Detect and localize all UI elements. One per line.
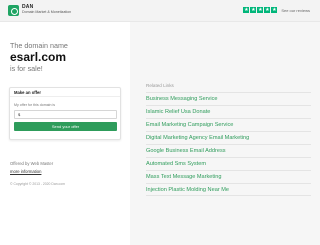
related-link[interactable]: Injection Plastic Molding Near Me bbox=[146, 183, 311, 196]
related-links-title: Related Links bbox=[146, 83, 174, 88]
related-link[interactable]: Business Messaging Service bbox=[146, 92, 311, 105]
offered-by: Offered by Web Master bbox=[10, 161, 54, 166]
more-information-link[interactable]: more information bbox=[10, 169, 41, 175]
for-sale-text: is for sale! bbox=[10, 64, 43, 73]
related-link[interactable]: Email Marketing Campaign Service bbox=[146, 118, 311, 131]
rating-stars: ★ ★ ★ ★ ★ bbox=[243, 7, 278, 13]
dan-logo-icon bbox=[8, 5, 19, 16]
star-icon: ★ bbox=[271, 7, 278, 13]
offer-heading: Make an offer bbox=[10, 88, 120, 97]
domain-name: esarl.com bbox=[10, 50, 67, 64]
related-link[interactable]: Digital Marketing Agency Email Marketing bbox=[146, 131, 311, 144]
related-link[interactable]: Islamic Relief Usa Donate bbox=[146, 105, 311, 118]
offer-label: My offer for this domain is bbox=[14, 103, 56, 107]
offer-form: Make an offer My offer for this domain i… bbox=[9, 87, 121, 140]
offer-input[interactable]: $ bbox=[14, 110, 117, 119]
dan-logo[interactable]: DAN Domain Market & Monetization bbox=[8, 4, 71, 16]
trustpilot-widget[interactable]: ★ ★ ★ ★ ★ See our reviews bbox=[243, 7, 310, 13]
related-link[interactable]: Mass Text Message Marketing bbox=[146, 170, 311, 183]
send-offer-button[interactable]: Send your offer bbox=[14, 122, 117, 131]
star-icon: ★ bbox=[243, 7, 250, 13]
star-icon: ★ bbox=[257, 7, 264, 13]
star-icon: ★ bbox=[264, 7, 271, 13]
top-bar: DAN Domain Market & Monetization ★ ★ ★ ★… bbox=[0, 0, 320, 22]
star-icon: ★ bbox=[250, 7, 257, 13]
reviews-link[interactable]: See our reviews bbox=[281, 8, 310, 13]
related-links-list: Business Messaging Service Islamic Relie… bbox=[146, 92, 311, 196]
logo-tagline: Domain Market & Monetization bbox=[22, 10, 72, 14]
copyright: © Copyright © 2013 - 2020 Dan.com bbox=[10, 182, 65, 186]
related-link[interactable]: Automated Sms System bbox=[146, 157, 311, 170]
related-link[interactable]: Google Business Email Address bbox=[146, 144, 311, 157]
logo-text: DAN Domain Market & Monetization bbox=[22, 4, 71, 15]
